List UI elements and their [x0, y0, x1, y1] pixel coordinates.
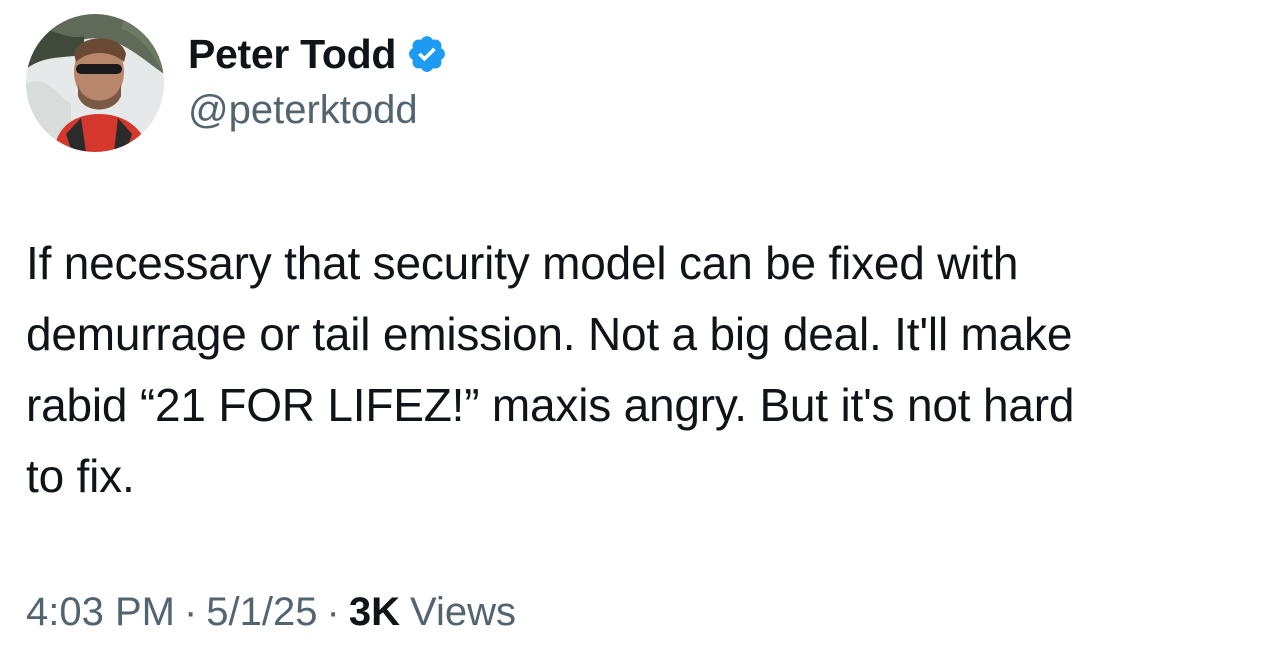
verified-badge-icon[interactable] — [406, 33, 448, 75]
views-label: Views — [409, 589, 516, 634]
views-count: 3K — [348, 589, 400, 634]
avatar-photo — [26, 14, 164, 152]
tweet-text: If necessary that security model can be … — [26, 237, 1075, 502]
author-handle[interactable]: @peterktodd — [188, 88, 418, 133]
tweet-meta: 4:03 PM · 5/1/25 · 3K Views — [26, 584, 516, 640]
tweet-date[interactable]: 5/1/25 — [206, 590, 317, 635]
avatar[interactable] — [26, 14, 164, 152]
tweet-time[interactable]: 4:03 PM — [26, 590, 175, 635]
author-name-row: Peter Todd — [188, 29, 448, 79]
meta-separator: · — [326, 589, 340, 634]
author-display-name[interactable]: Peter Todd — [188, 31, 396, 78]
meta-separator: · — [183, 589, 198, 634]
tweet-card: Peter Todd @peterktodd If necessary that… — [0, 0, 1280, 647]
